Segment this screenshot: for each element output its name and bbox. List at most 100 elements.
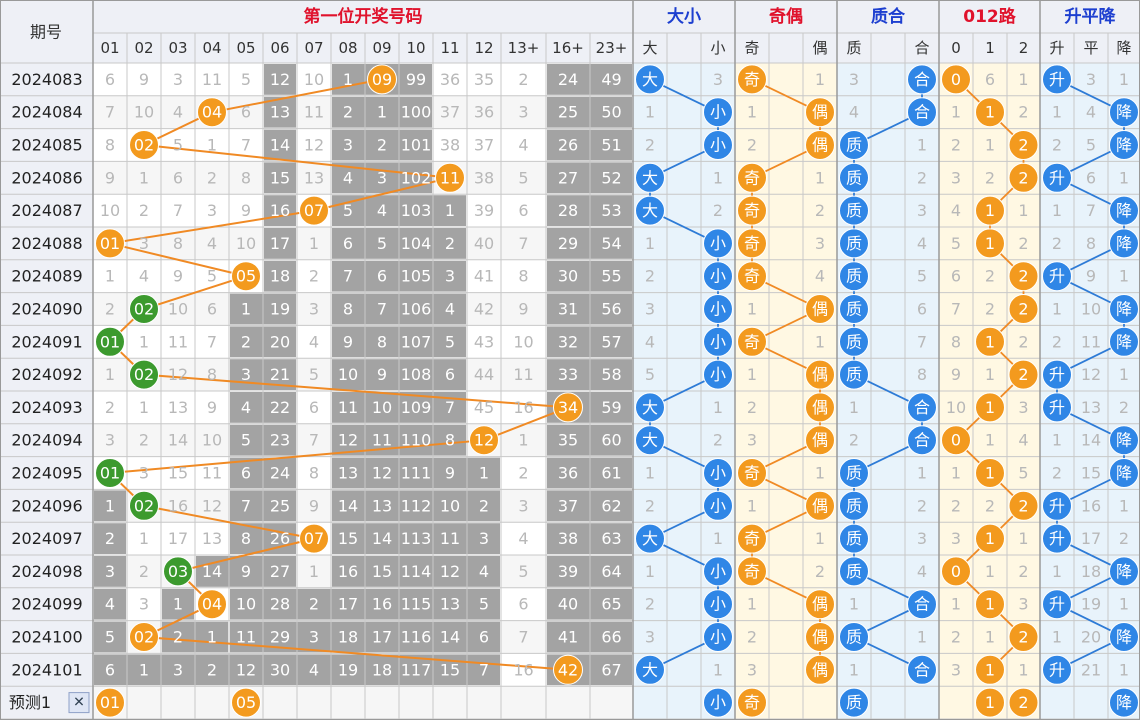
omission-value: 2 <box>377 136 387 155</box>
size-omission-value: 2 <box>645 136 655 155</box>
size-omission-value: 1 <box>713 168 723 187</box>
omission-value: 30 <box>270 660 290 679</box>
omission-value: 5 <box>309 365 319 384</box>
prime-omission-value: 4 <box>917 562 927 581</box>
omission-value: 8 <box>173 234 183 253</box>
mod-omission-value: 2 <box>1018 103 1028 122</box>
mod-omission-value: 4 <box>1018 431 1028 450</box>
omission-value: 1 <box>343 70 353 89</box>
mod-hit-ball-label: 2 <box>1018 496 1028 515</box>
omission-value: 110 <box>401 431 432 450</box>
hit-ball-label: 03 <box>168 562 188 581</box>
size-hit-ball-label: 小 <box>710 464 726 483</box>
omission-value: 10 <box>202 431 222 450</box>
omission-value: 1 <box>105 267 115 286</box>
size-col-header: 小 <box>710 39 725 57</box>
omission-value: 56 <box>601 300 621 319</box>
prime-omission-value: 1 <box>849 398 859 417</box>
hit-ball-label: 42 <box>558 660 578 679</box>
omission-value: 16 <box>372 595 392 614</box>
trend-omission-value: 1 <box>1052 300 1062 319</box>
parity-omission-value: 1 <box>747 103 757 122</box>
period-label: 2024096 <box>11 496 82 515</box>
parity-omission-value: 1 <box>815 70 825 89</box>
period-label: 2024086 <box>11 168 82 187</box>
omission-value: 7 <box>207 332 217 351</box>
prime-hit-ball-label: 质 <box>846 234 862 253</box>
omission-value: 6 <box>207 300 217 319</box>
omission-value: 29 <box>558 234 578 253</box>
omission-value: 3 <box>309 628 319 647</box>
trend-hit-ball-label: 升 <box>1049 398 1065 417</box>
omission-value: 114 <box>401 562 432 581</box>
omission-value: 4 <box>309 332 319 351</box>
hit-ball-label: 01 <box>100 234 120 253</box>
prime-hit-ball-label: 质 <box>846 201 862 220</box>
omission-value: 4 <box>518 529 528 548</box>
omission-value: 18 <box>270 267 290 286</box>
omission-value: 39 <box>558 562 578 581</box>
omission-value: 18 <box>372 660 392 679</box>
omission-value: 11 <box>372 431 392 450</box>
omission-value: 99 <box>406 70 426 89</box>
omission-value: 67 <box>601 660 621 679</box>
omission-value: 8 <box>241 529 251 548</box>
trend-omission-value: 1 <box>1119 70 1129 89</box>
omission-value: 106 <box>401 300 432 319</box>
prime-omission-value: 1 <box>917 464 927 483</box>
omission-value: 5 <box>343 201 353 220</box>
omission-value: 4 <box>173 103 183 122</box>
omission-value: 10 <box>236 234 256 253</box>
omission-value: 55 <box>601 267 621 286</box>
omission-value: 11 <box>236 628 256 647</box>
prime-omission-value: 5 <box>917 267 927 286</box>
omission-value: 64 <box>601 562 621 581</box>
mod-omission-value: 3 <box>951 660 961 679</box>
trend-hit-ball-label: 降 <box>1116 562 1132 581</box>
trend-omission-value: 1 <box>1119 595 1129 614</box>
omission-value: 53 <box>601 201 621 220</box>
omission-value: 54 <box>601 234 621 253</box>
mod-hit-ball-label: 1 <box>985 660 995 679</box>
omission-value: 11 <box>202 70 222 89</box>
prime-omission-value: 1 <box>849 595 859 614</box>
omission-value: 10 <box>440 496 460 515</box>
omission-value: 7 <box>173 201 183 220</box>
omission-value: 3 <box>207 201 217 220</box>
size-omission-value: 4 <box>645 332 655 351</box>
trend-omission-value: 3 <box>1086 70 1096 89</box>
omission-value: 1 <box>105 496 115 515</box>
group-title: 第一位开奖号码 <box>304 6 423 27</box>
omission-value: 1 <box>518 431 528 450</box>
group-title: 质合 <box>871 6 906 27</box>
trend-omission-value: 1 <box>1119 660 1129 679</box>
omission-value: 16 <box>513 398 533 417</box>
trend-hit-ball-label: 降 <box>1116 136 1132 155</box>
omission-value: 22 <box>270 398 290 417</box>
omission-value: 3 <box>518 103 528 122</box>
omission-value: 6 <box>105 660 115 679</box>
omission-value: 32 <box>558 332 578 351</box>
trend-hit-ball-label: 升 <box>1049 70 1065 89</box>
trend-omission-value: 2 <box>1052 332 1062 351</box>
omission-value: 7 <box>105 103 115 122</box>
omission-value: 65 <box>601 595 621 614</box>
omission-value: 100 <box>401 103 432 122</box>
prime-hit-ball-label: 质 <box>846 267 862 286</box>
omission-value: 9 <box>309 496 319 515</box>
omission-value: 5 <box>377 234 387 253</box>
group-title: 升平降 <box>1065 6 1117 27</box>
hit-ball-label: 01 <box>100 332 120 351</box>
trend-omission-value: 1 <box>1052 201 1062 220</box>
omission-value: 101 <box>401 136 432 155</box>
parity-hit-ball-label: 偶 <box>812 628 828 647</box>
hit-ball-label: 05 <box>236 267 256 286</box>
hit-ball-label: 07 <box>304 529 324 548</box>
omission-value: 3 <box>445 267 455 286</box>
omission-value: 2 <box>309 595 319 614</box>
mod-omission-value: 9 <box>951 365 961 384</box>
parity-hit-ball-label: 偶 <box>812 365 828 384</box>
mod-hit-ball-label: 2 <box>1018 136 1028 155</box>
prime-hit-ball-label: 质 <box>846 496 862 515</box>
omission-value: 8 <box>518 267 528 286</box>
